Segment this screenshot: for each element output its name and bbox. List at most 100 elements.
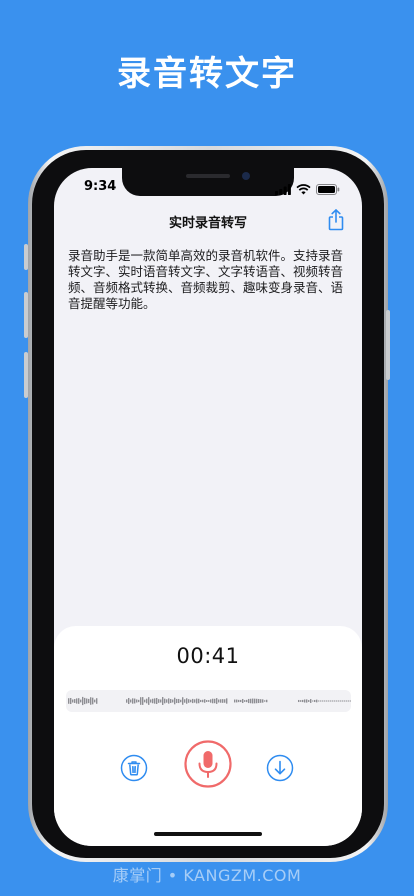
waveform-bar [222, 699, 224, 703]
waveform-bar [240, 699, 242, 703]
waveform-bar [86, 698, 88, 704]
waveform-bar [168, 698, 170, 704]
waveform [66, 690, 352, 712]
home-indicator[interactable] [154, 832, 262, 836]
waveform-bar [316, 699, 318, 703]
waveform-bar [332, 700, 334, 702]
waveform-bar [172, 699, 174, 703]
recording-timer: 00:41 [176, 644, 240, 668]
waveform-bar [180, 699, 182, 703]
waveform-bar [164, 698, 166, 704]
waveform-bar [234, 699, 236, 703]
waveform-bar [212, 698, 214, 704]
waveform-bar [150, 699, 152, 703]
waveform-bar [82, 696, 84, 706]
waveform-bar [206, 700, 208, 702]
recorder-controls [54, 740, 362, 792]
waveform-bar [76, 698, 78, 704]
waveform-bar [220, 699, 222, 703]
waveform-bar [128, 697, 130, 705]
waveform-bar [262, 699, 264, 703]
waveform-bar [342, 700, 344, 702]
wifi-icon [296, 180, 311, 199]
battery-icon [316, 180, 340, 199]
waveform-bar [162, 697, 164, 705]
waveform-bar [254, 698, 256, 704]
waveform-bar [326, 700, 328, 702]
waveform-bar [184, 699, 186, 703]
waveform-bar [226, 698, 228, 704]
delete-button[interactable] [120, 754, 148, 786]
waveform-bar [132, 698, 134, 704]
waveform-bar [148, 697, 150, 705]
waveform-bar [196, 698, 198, 704]
waveform-bar [334, 700, 336, 702]
waveform-bar [328, 700, 330, 702]
waveform-bar [88, 698, 90, 704]
waveform-bar [166, 699, 168, 703]
waveform-bar [174, 697, 176, 705]
status-icons [275, 180, 340, 199]
waveform-bar [198, 698, 200, 704]
nav-title: 实时录音转写 [168, 216, 247, 231]
waveform-bar [186, 698, 188, 704]
waveform-bar [336, 700, 338, 702]
waveform-bar [68, 698, 70, 704]
waveform-bar [202, 699, 204, 703]
waveform-bar [136, 699, 138, 703]
waveform-bar [70, 697, 72, 705]
promo-headline: 录音转文字 [117, 54, 297, 94]
waveform-bar [252, 698, 254, 704]
waveform-bar [338, 700, 340, 702]
waveform-bar [138, 699, 140, 703]
waveform-bar [248, 698, 250, 704]
waveform-bar [204, 699, 206, 703]
record-button[interactable] [184, 740, 232, 792]
mute-switch [24, 244, 28, 270]
waveform-bar [92, 697, 94, 705]
waveform-bar [346, 700, 348, 702]
waveform-bar [194, 699, 196, 703]
waveform-bar [340, 700, 342, 702]
waveform-bar [94, 699, 96, 703]
waveform-bar [224, 699, 226, 703]
notch [122, 168, 294, 196]
waveform-bar [236, 699, 238, 703]
waveform-bar [318, 700, 320, 702]
waveform-bar [306, 699, 308, 703]
waveform-bar [246, 699, 248, 703]
waveform-bar [330, 700, 332, 702]
waveform-bar [182, 697, 184, 705]
waveform-bar [80, 699, 82, 703]
waveform-bar [300, 700, 302, 702]
waveform-bar [156, 697, 158, 705]
save-button[interactable] [266, 754, 294, 786]
waveform-bar [126, 699, 128, 703]
waveform-bar [250, 698, 252, 704]
waveform-bar [146, 698, 148, 704]
watermark: 康掌门 • KANGZM.COM [112, 866, 302, 885]
power-button [386, 310, 390, 380]
waveform-bar [320, 700, 322, 702]
waveform-bar [260, 699, 262, 703]
waveform-bar [200, 699, 202, 703]
waveform-bar [188, 699, 190, 703]
waveform-bar [324, 700, 326, 702]
share-button[interactable] [326, 209, 346, 231]
waveform-bar [134, 698, 136, 704]
waveform-bar [302, 699, 304, 703]
waveform-bar [142, 697, 144, 705]
waveform-bar [74, 699, 76, 703]
trash-icon [120, 754, 148, 786]
waveform-bar [242, 698, 244, 704]
speaker-grille [186, 174, 230, 178]
waveform-bar [214, 698, 216, 704]
waveform-bar [144, 699, 146, 703]
waveform-bar [208, 700, 210, 702]
waveform-bar [322, 700, 324, 702]
waveform-bar [170, 699, 172, 703]
download-icon [266, 754, 294, 786]
transcript-text[interactable]: 录音助手是一款简单高效的录音机软件。支持录音转文字、实时语音转文字、文字转语音、… [68, 248, 350, 312]
volume-down-button [24, 352, 28, 398]
waveform-bar [152, 698, 154, 704]
